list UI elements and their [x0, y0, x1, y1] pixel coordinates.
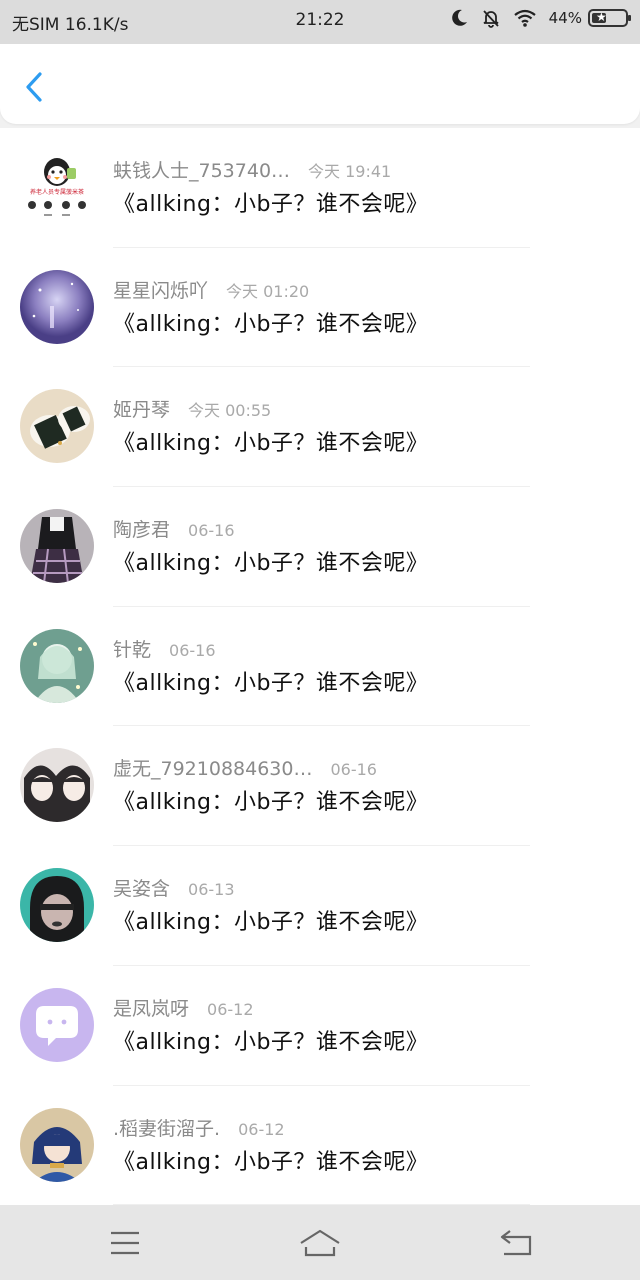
avatar[interactable]: [20, 509, 94, 584]
message-time: 06-16: [330, 760, 377, 780]
back-chevron-icon[interactable]: [20, 70, 50, 104]
message-time: 06-16: [188, 521, 235, 541]
sender-name-text: 虚无_79210884630…: [113, 758, 313, 781]
message-list: 养老人员专属菠米茶 蚨钱人士_753740… 今天 19:41 《allking：小b…: [0, 128, 640, 1205]
wifi-icon: [513, 9, 536, 27]
message-preview: 《allking：小b子？谁不会呢》: [113, 1029, 429, 1055]
message-row[interactable]: .稻妻街溜子. 06-12 《allking：小b子？谁不会呢》: [0, 1086, 640, 1205]
sender-name-text: 陶彦君: [113, 519, 171, 542]
sender-name: 姬丹琴 今天 00:55: [113, 395, 271, 422]
sender-name-text: 蚨钱人士_753740…: [113, 160, 291, 182]
avatar[interactable]: 养老人员专属菠米茶: [20, 150, 94, 224]
message-time: 今天 00:55: [188, 401, 272, 421]
message-time: 06-12: [207, 999, 254, 1019]
avatar[interactable]: [20, 868, 94, 943]
sender-name-text: .稻妻街溜子.: [113, 1117, 221, 1140]
sender-name: 虚无_79210884630… 06-16: [113, 754, 377, 781]
sender-name: 陶彦君 06-16: [113, 515, 235, 542]
moon-icon: [451, 9, 467, 26]
battery-icon: ★: [588, 9, 631, 27]
avatar[interactable]: [20, 987, 94, 1062]
message-time: 今天 19:41: [308, 162, 392, 181]
message-preview: 《allking：小b子？谁不会呢》: [113, 790, 429, 816]
sender-name: 是凤岚呀 06-12: [113, 994, 254, 1021]
navigation-bar: [0, 1205, 640, 1280]
message-time: 今天 01:20: [226, 281, 310, 301]
message-row[interactable]: 陶彦君 06-16 《allking：小b子？谁不会呢》: [0, 487, 640, 607]
message-time: 06-13: [188, 880, 235, 900]
battery-percent: 44%: [548, 9, 582, 27]
home-icon[interactable]: [298, 1227, 342, 1259]
message-preview: 《allking：小b子？谁不会呢》: [113, 1149, 429, 1175]
message-preview: 《allking：小b子？谁不会呢》: [113, 551, 429, 577]
sender-name: 针乾 06-16: [113, 635, 216, 662]
sender-name-text: 姬丹琴: [113, 399, 171, 422]
message-row[interactable]: 姬丹琴 今天 00:55 《allking：小b子？谁不会呢》: [0, 367, 640, 488]
status-bar: 无SIM 16.1K/s 21:22 44% ★: [0, 0, 640, 44]
avatar[interactable]: [20, 748, 94, 823]
message-time: 06-12: [238, 1119, 285, 1139]
message-preview: 《allking：小b子？谁不会呢》: [113, 192, 429, 217]
avatar[interactable]: [20, 389, 94, 464]
message-preview: 《allking：小b子？谁不会呢》: [113, 431, 429, 457]
star-icon: ★: [596, 10, 607, 24]
message-preview: 《allking：小b子？谁不会呢》: [113, 670, 429, 696]
message-time: 06-16: [169, 640, 216, 660]
message-preview: 《allking：小b子？谁不会呢》: [113, 910, 429, 936]
message-row[interactable]: 针乾 06-16 《allking：小b子？谁不会呢》: [0, 607, 640, 727]
sender-name-text: 针乾: [113, 638, 152, 661]
message-row[interactable]: 养老人员专属菠米茶 蚨钱人士_753740… 今天 19:41 《allking：小b…: [0, 128, 640, 248]
sender-name-text: 吴姿含: [113, 878, 171, 901]
message-row[interactable]: 星星闪烁吖 今天 01:20 《allking：小b子？谁不会呢》: [0, 248, 640, 368]
message-row[interactable]: 吴姿含 06-13 《allking：小b子？谁不会呢》: [0, 846, 640, 966]
avatar[interactable]: [20, 269, 94, 344]
mute-bell-icon: [482, 10, 499, 28]
avatar[interactable]: [20, 1107, 94, 1182]
sender-name: 星星闪烁吖 今天 01:20: [113, 276, 309, 303]
sender-name: .稻妻街溜子. 06-12: [113, 1114, 285, 1141]
menu-icon[interactable]: [105, 1227, 145, 1259]
back-icon[interactable]: [496, 1227, 536, 1259]
svg-text:养老人员专属菠米茶: 养老人员专属菠米茶: [30, 188, 84, 196]
sender-name-text: 是凤岚呀: [113, 997, 190, 1020]
sender-name-text: 星星闪烁吖: [113, 279, 209, 302]
message-preview: 《allking：小b子？谁不会呢》: [113, 311, 429, 337]
sender-name: 蚨钱人士_753740… 今天 19:41: [113, 156, 391, 183]
message-row[interactable]: 是凤岚呀 06-12 《allking：小b子？谁不会呢》: [0, 966, 640, 1086]
top-bar: [0, 44, 640, 124]
avatar[interactable]: [20, 628, 94, 703]
message-row[interactable]: 虚无_79210884630… 06-16 《allking：小b子？谁不会呢》: [0, 726, 640, 847]
sender-name: 吴姿含 06-13: [113, 874, 235, 901]
